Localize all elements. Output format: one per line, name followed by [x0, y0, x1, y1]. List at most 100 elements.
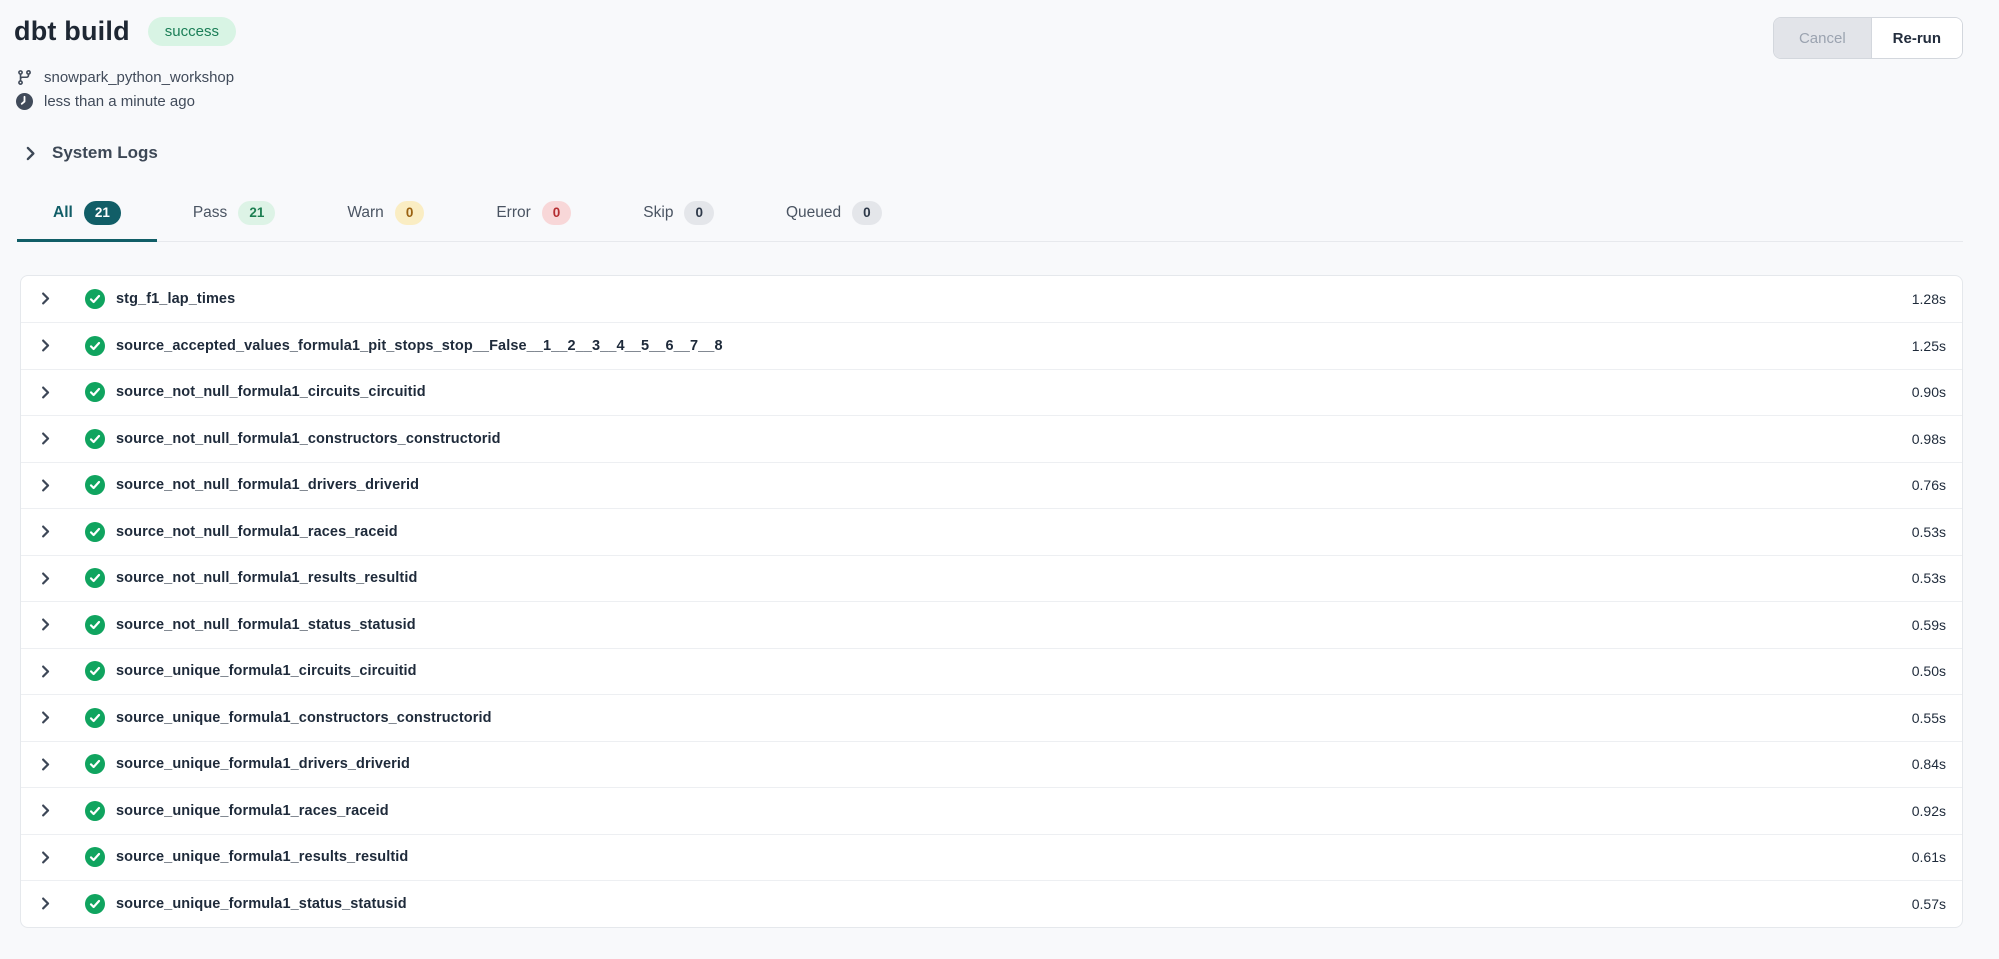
node-name: source_unique_formula1_drivers_driverid — [116, 756, 410, 772]
node-name: source_unique_formula1_circuits_circuiti… — [116, 663, 417, 679]
node-duration: 0.84s — [1912, 756, 1946, 772]
expand-chevron-icon[interactable] — [35, 894, 55, 914]
rerun-button[interactable]: Re-run — [1871, 18, 1962, 58]
table-row[interactable]: source_unique_formula1_circuits_circuiti… — [21, 648, 1962, 695]
header: dbt build success Cancel Re-run — [14, 16, 1963, 59]
expand-chevron-icon[interactable] — [35, 847, 55, 867]
expand-chevron-icon[interactable] — [35, 429, 55, 449]
git-branch-icon — [16, 69, 33, 86]
node-duration: 0.98s — [1912, 431, 1946, 447]
tabs: All 21 Pass 21 Warn 0 Error 0 Skip 0 Que… — [17, 186, 1963, 242]
pass-check-icon — [85, 336, 105, 356]
tab-label: All — [53, 204, 73, 222]
tab-skip[interactable]: Skip 0 — [607, 186, 750, 242]
pass-check-icon — [85, 615, 105, 635]
page-title: dbt build — [14, 16, 130, 47]
table-row[interactable]: source_not_null_formula1_results_resulti… — [21, 555, 1962, 602]
pass-check-icon — [85, 661, 105, 681]
table-row[interactable]: source_not_null_formula1_races_raceid 0.… — [21, 508, 1962, 555]
node-name: source_unique_formula1_constructors_cons… — [116, 710, 492, 726]
tab-warn[interactable]: Warn 0 — [311, 186, 460, 242]
results-list: stg_f1_lap_times 1.28s source_accepted_v… — [20, 275, 1963, 928]
cancel-button[interactable]: Cancel — [1774, 18, 1871, 58]
table-row[interactable]: source_accepted_values_formula1_pit_stop… — [21, 322, 1962, 369]
table-row[interactable]: stg_f1_lap_times 1.28s — [21, 276, 1962, 323]
expand-chevron-icon[interactable] — [35, 708, 55, 728]
expand-chevron-icon[interactable] — [35, 382, 55, 402]
node-name: source_unique_formula1_status_statusid — [116, 896, 407, 912]
node-name: source_accepted_values_formula1_pit_stop… — [116, 338, 723, 354]
pass-check-icon — [85, 754, 105, 774]
node-name: source_not_null_formula1_races_raceid — [116, 524, 398, 540]
run-actions: Cancel Re-run — [1773, 17, 1963, 59]
expand-chevron-icon[interactable] — [35, 661, 55, 681]
node-duration: 0.53s — [1912, 570, 1946, 586]
run-detail-page: dbt build success Cancel Re-run snowpark… — [0, 0, 1999, 928]
expand-chevron-icon[interactable] — [35, 522, 55, 542]
tab-label: Skip — [643, 204, 673, 222]
tab-count-badge: 21 — [238, 201, 275, 225]
tab-label: Warn — [347, 204, 383, 222]
pass-check-icon — [85, 894, 105, 914]
node-duration: 0.50s — [1912, 663, 1946, 679]
node-name: source_not_null_formula1_drivers_driveri… — [116, 477, 419, 493]
table-row[interactable]: source_not_null_formula1_constructors_co… — [21, 415, 1962, 462]
expand-chevron-icon[interactable] — [35, 289, 55, 309]
branch-name: snowpark_python_workshop — [44, 69, 234, 86]
title-wrap: dbt build success — [14, 16, 236, 47]
branch-line: snowpark_python_workshop — [16, 69, 1963, 86]
pass-check-icon — [85, 289, 105, 309]
run-meta: snowpark_python_workshop less than a min… — [16, 69, 1963, 110]
clock-icon — [16, 93, 33, 110]
expand-chevron-icon[interactable] — [35, 568, 55, 588]
node-name: source_not_null_formula1_constructors_co… — [116, 431, 501, 447]
pass-check-icon — [85, 568, 105, 588]
expand-chevron-icon[interactable] — [35, 615, 55, 635]
chevron-right-icon — [22, 145, 39, 162]
tab-pass[interactable]: Pass 21 — [157, 186, 312, 242]
node-duration: 0.57s — [1912, 896, 1946, 912]
tab-count-badge: 0 — [395, 201, 425, 225]
node-duration: 0.59s — [1912, 617, 1946, 633]
pass-check-icon — [85, 801, 105, 821]
node-duration: 0.53s — [1912, 524, 1946, 540]
node-name: source_not_null_formula1_results_resulti… — [116, 570, 417, 586]
table-row[interactable]: source_unique_formula1_status_statusid 0… — [21, 880, 1962, 927]
table-row[interactable]: source_not_null_formula1_status_statusid… — [21, 601, 1962, 648]
tab-label: Error — [496, 204, 530, 222]
pass-check-icon — [85, 847, 105, 867]
pass-check-icon — [85, 522, 105, 542]
status-badge: success — [148, 17, 236, 46]
table-row[interactable]: source_unique_formula1_races_raceid 0.92… — [21, 787, 1962, 834]
system-logs-toggle[interactable]: System Logs — [22, 143, 158, 163]
time-ago: less than a minute ago — [44, 93, 195, 110]
node-name: source_not_null_formula1_status_statusid — [116, 617, 416, 633]
table-row[interactable]: source_not_null_formula1_drivers_driveri… — [21, 462, 1962, 509]
tab-error[interactable]: Error 0 — [460, 186, 607, 242]
expand-chevron-icon[interactable] — [35, 475, 55, 495]
table-row[interactable]: source_unique_formula1_results_resultid … — [21, 834, 1962, 881]
node-name: source_unique_formula1_results_resultid — [116, 849, 408, 865]
expand-chevron-icon[interactable] — [35, 754, 55, 774]
tab-count-badge: 0 — [542, 201, 572, 225]
node-duration: 0.76s — [1912, 477, 1946, 493]
node-duration: 0.92s — [1912, 803, 1946, 819]
tab-queued[interactable]: Queued 0 — [750, 186, 918, 242]
tab-label: Queued — [786, 204, 841, 222]
tab-count-badge: 0 — [684, 201, 714, 225]
node-duration: 0.55s — [1912, 710, 1946, 726]
node-name: stg_f1_lap_times — [116, 291, 235, 307]
system-logs-label: System Logs — [52, 143, 158, 163]
pass-check-icon — [85, 708, 105, 728]
table-row[interactable]: source_not_null_formula1_circuits_circui… — [21, 369, 1962, 416]
expand-chevron-icon[interactable] — [35, 336, 55, 356]
tab-all[interactable]: All 21 — [17, 186, 157, 242]
node-duration: 1.28s — [1912, 291, 1946, 307]
tab-count-badge: 21 — [84, 201, 121, 225]
pass-check-icon — [85, 382, 105, 402]
time-line: less than a minute ago — [16, 93, 1963, 110]
table-row[interactable]: source_unique_formula1_constructors_cons… — [21, 694, 1962, 741]
expand-chevron-icon[interactable] — [35, 801, 55, 821]
node-duration: 1.25s — [1912, 338, 1946, 354]
table-row[interactable]: source_unique_formula1_drivers_driverid … — [21, 741, 1962, 788]
